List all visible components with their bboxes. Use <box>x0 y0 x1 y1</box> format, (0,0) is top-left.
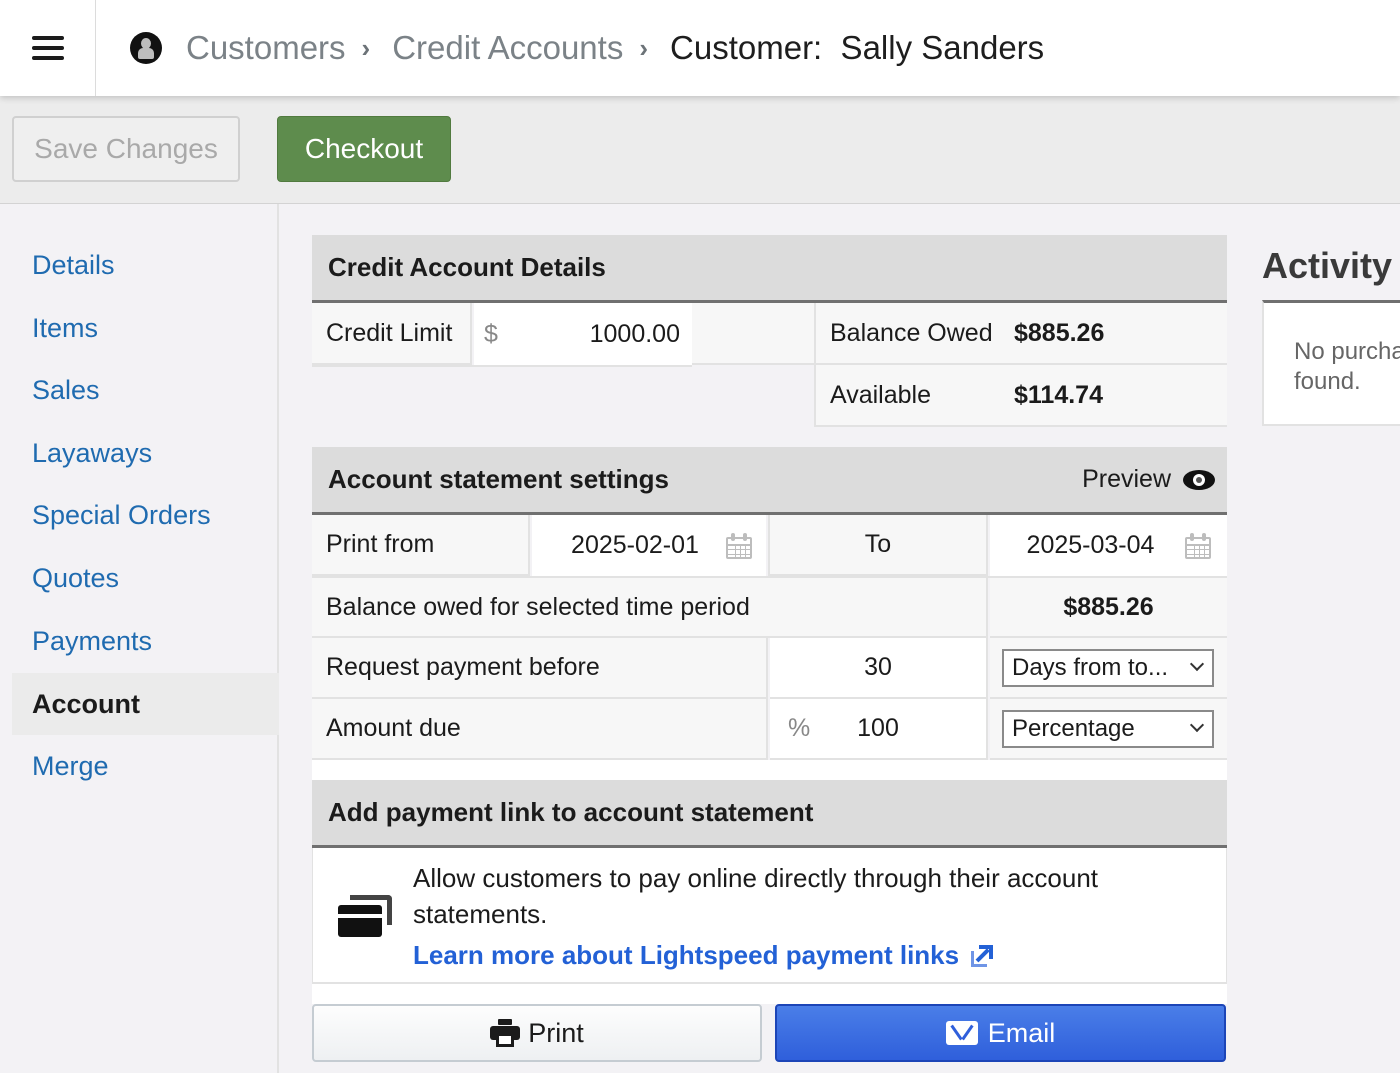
toolbar: Save Changes Checkout <box>0 96 1400 204</box>
balance-owed-label: Balance Owed <box>830 318 993 347</box>
print-label: Print <box>528 1017 584 1048</box>
calendar-icon[interactable] <box>726 532 752 559</box>
hamburger-menu-icon <box>31 36 64 60</box>
payment-link-description: Allow customers to pay online directly t… <box>413 863 1099 929</box>
chevron-right-icon: › <box>361 32 371 63</box>
print-from-label: Print from <box>312 515 530 576</box>
spacer <box>692 303 814 365</box>
calendar-icon[interactable] <box>1185 532 1211 559</box>
amount-due-type-select[interactable]: Percentage <box>1002 710 1214 748</box>
preview-button[interactable]: Preview <box>1082 447 1215 512</box>
chevron-down-icon <box>1189 656 1205 672</box>
checkout-button[interactable]: Checkout <box>277 116 451 182</box>
to-value: 2025-03-04 <box>1026 531 1155 559</box>
request-payment-input[interactable]: 30 <box>770 638 988 699</box>
percent-symbol: % <box>788 714 811 742</box>
credit-cards-icon <box>338 895 394 939</box>
print-from-value: 2025-02-01 <box>571 531 699 559</box>
amount-due-label: Amount due <box>312 699 768 760</box>
payment-link-box: Allow customers to pay online directly t… <box>312 848 1227 984</box>
print-from-date-input[interactable]: 2025-02-01 <box>532 515 766 576</box>
learn-more-link[interactable]: Learn more about Lightspeed payment link… <box>413 940 994 971</box>
request-payment-unit-value: Days from to... <box>1012 654 1169 681</box>
activity-panel: No purchases found. <box>1262 300 1400 426</box>
sidebar-item-items[interactable]: Items <box>12 297 279 359</box>
divider <box>312 365 692 367</box>
sidebar-nav: Details Items Sales Layaways Special Ord… <box>0 204 279 1073</box>
statement-settings-header: Account statement settings Preview <box>312 447 1227 515</box>
menu-button[interactable] <box>0 0 96 96</box>
amount-due-input[interactable]: % 100 <box>770 699 988 760</box>
balance-owed-row: Balance Owed $885.26 <box>814 303 1227 365</box>
amount-due-type-value: Percentage <box>1012 715 1135 742</box>
print-button[interactable]: Print <box>312 1004 762 1062</box>
breadcrumb-credit-accounts[interactable]: Credit Accounts <box>392 29 623 67</box>
credit-details-header: Credit Account Details <box>312 235 1227 303</box>
sidebar-item-details[interactable]: Details <box>12 234 279 296</box>
spacer <box>312 760 1227 780</box>
credit-limit-input[interactable]: $ 1000.00 <box>474 303 692 365</box>
chevron-down-icon <box>1189 717 1205 733</box>
to-label: To <box>768 515 988 576</box>
available-value: $114.74 <box>1014 380 1103 409</box>
request-payment-label: Request payment before <box>312 638 768 699</box>
sidebar-item-special-orders[interactable]: Special Orders <box>12 484 279 546</box>
learn-more-label: Learn more about Lightspeed payment link… <box>413 940 960 970</box>
balance-period-label: Balance owed for selected time period <box>312 578 988 638</box>
user-avatar-icon <box>130 32 162 64</box>
save-changes-button[interactable]: Save Changes <box>12 116 240 182</box>
sidebar-item-payments[interactable]: Payments <box>12 610 279 672</box>
email-label: Email <box>987 1017 1056 1048</box>
eye-icon <box>1183 469 1215 490</box>
external-link-icon <box>971 944 994 967</box>
request-payment-unit-select[interactable]: Days from to... <box>1002 649 1214 687</box>
payment-link-header: Add payment link to account statement <box>312 780 1227 848</box>
available-label: Available <box>830 380 932 409</box>
balance-period-value: $885.26 <box>990 578 1227 638</box>
printer-icon <box>490 1019 521 1047</box>
statement-settings-title: Account statement settings <box>328 464 669 494</box>
preview-label: Preview <box>1082 465 1171 493</box>
currency-symbol: $ <box>484 319 498 348</box>
sidebar-item-quotes[interactable]: Quotes <box>12 547 279 609</box>
sidebar-item-layaways[interactable]: Layaways <box>12 422 279 484</box>
request-payment-unit-cell: Days from to... <box>990 638 1227 699</box>
balance-owed-value: $885.26 <box>1014 318 1105 347</box>
credit-details-title: Credit Account Details <box>328 252 606 282</box>
payment-link-title: Add payment link to account statement <box>328 797 814 827</box>
breadcrumb-customers[interactable]: Customers <box>186 29 346 67</box>
chevron-right-icon: › <box>639 32 649 63</box>
spacer <box>312 984 1227 1004</box>
activity-empty-message: No purchases found. <box>1294 338 1400 395</box>
sidebar-item-sales[interactable]: Sales <box>12 359 279 421</box>
available-row: Available $114.74 <box>814 365 1227 427</box>
activity-title: Activity <box>1262 245 1393 286</box>
top-bar: Customers › Credit Accounts › Customer: … <box>0 0 1400 96</box>
amount-due-value: 100 <box>857 714 899 742</box>
credit-limit-value: 1000.00 <box>589 319 680 348</box>
credit-limit-label: Credit Limit <box>312 303 472 365</box>
to-date-input[interactable]: 2025-03-04 <box>990 515 1227 576</box>
email-button[interactable]: Email <box>775 1004 1226 1062</box>
sidebar-item-account[interactable]: Account <box>12 673 279 735</box>
amount-due-type-cell: Percentage <box>990 699 1227 760</box>
breadcrumb-current: Customer: Sally Sanders <box>670 29 1045 66</box>
sidebar-item-merge[interactable]: Merge <box>12 735 279 797</box>
envelope-icon <box>945 1021 978 1045</box>
breadcrumb: Customers › Credit Accounts › Customer: … <box>96 29 1044 67</box>
